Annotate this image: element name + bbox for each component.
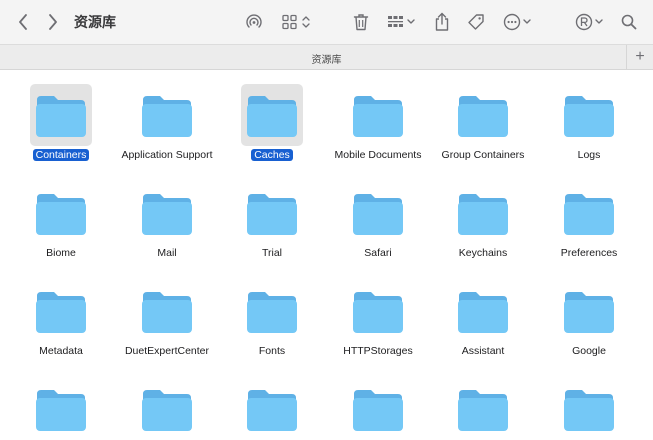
profile-icon[interactable] (574, 11, 606, 33)
folder-icon-container[interactable] (452, 378, 514, 440)
folder-icon-container[interactable] (241, 84, 303, 146)
folder-icon (36, 194, 86, 235)
folder-name[interactable]: Assistant (428, 345, 538, 359)
new-tab-button[interactable]: + (626, 45, 653, 69)
folder-icon-container[interactable] (136, 84, 198, 146)
folder-name[interactable]: Caches (251, 149, 293, 161)
share-icon[interactable] (432, 11, 452, 33)
folder-icon (36, 96, 86, 137)
folder-icon (247, 194, 297, 235)
folder-icon-container[interactable] (30, 378, 92, 440)
folder-icon (564, 292, 614, 333)
folder-icon-container[interactable] (558, 182, 620, 244)
folder-name[interactable]: Mail (112, 247, 222, 261)
folder-icon-container[interactable] (452, 84, 514, 146)
folder-icon-container[interactable] (136, 378, 198, 440)
folder-name[interactable]: Fonts (217, 345, 327, 359)
folder-name[interactable]: Logs (534, 149, 644, 163)
folder-icon-container[interactable] (347, 280, 409, 342)
folder-icon-container[interactable] (241, 280, 303, 342)
folder-name[interactable]: Preferences (534, 247, 644, 261)
folder-icon (564, 390, 614, 431)
folder-icon-container[interactable] (347, 182, 409, 244)
trash-icon[interactable] (351, 11, 371, 33)
folder-icon (458, 292, 508, 333)
folder-name[interactable]: Mobile Documents (323, 149, 433, 163)
view-grid-icon[interactable] (281, 11, 313, 33)
folder-icon (142, 194, 192, 235)
folder-icon-container[interactable] (136, 280, 198, 342)
folder-name[interactable]: Safari (323, 247, 433, 261)
folder-icon (353, 96, 403, 137)
folder-icon-container[interactable] (241, 378, 303, 440)
folder-icon-container[interactable] (30, 182, 92, 244)
file-grid: Containers Application Support Caches Mo… (0, 70, 653, 431)
folder-icon-container[interactable] (347, 378, 409, 440)
folder-icon (564, 96, 614, 137)
folder-icon-container[interactable] (452, 280, 514, 342)
folder-icon (458, 390, 508, 431)
more-icon[interactable] (502, 11, 534, 33)
group-icon[interactable] (386, 11, 418, 33)
folder-icon (36, 390, 86, 431)
chevron-right-icon[interactable] (44, 11, 62, 33)
folder-name[interactable]: Keychains (428, 247, 538, 261)
tab-current[interactable]: 资源库 (0, 51, 653, 66)
folder-icon (353, 292, 403, 333)
folder-icon-container[interactable] (241, 182, 303, 244)
folder-icon-container[interactable] (558, 280, 620, 342)
tag-icon[interactable] (466, 11, 486, 33)
folder-icon-container[interactable] (136, 182, 198, 244)
folder-icon (247, 390, 297, 431)
folder-icon-container[interactable] (30, 280, 92, 342)
folder-icon (142, 390, 192, 431)
folder-name[interactable]: Containers (32, 149, 90, 161)
folder-name[interactable]: Google (534, 345, 644, 359)
folder-icon-container[interactable] (30, 84, 92, 146)
window-title: 资源库 (74, 14, 116, 30)
folder-icon (36, 292, 86, 333)
folder-name[interactable]: Metadata (6, 345, 116, 359)
folder-name[interactable]: Biome (6, 247, 116, 261)
folder-icon (458, 96, 508, 137)
chevron-left-icon[interactable] (14, 11, 32, 33)
folder-name[interactable]: Group Containers (428, 149, 538, 163)
toolbar: 资源库 (0, 0, 653, 44)
folder-icon-container[interactable] (452, 182, 514, 244)
folder-icon (353, 194, 403, 235)
folder-name[interactable]: Application Support (112, 149, 222, 163)
folder-icon (247, 292, 297, 333)
folder-icon (142, 96, 192, 137)
folder-icon (458, 194, 508, 235)
folder-icon-container[interactable] (558, 84, 620, 146)
folder-icon (564, 194, 614, 235)
folder-name[interactable]: HTTPStorages (323, 345, 433, 359)
folder-icon-container[interactable] (558, 378, 620, 440)
tab-bar: 资源库 + (0, 44, 653, 70)
folder-icon (142, 292, 192, 333)
folder-name[interactable]: Trial (217, 247, 327, 261)
airdrop-icon[interactable] (244, 11, 264, 33)
folder-name[interactable]: DuetExpertCenter (112, 345, 222, 359)
folder-icon (247, 96, 297, 137)
search-icon[interactable] (619, 11, 639, 33)
folder-icon (353, 390, 403, 431)
folder-icon-container[interactable] (347, 84, 409, 146)
